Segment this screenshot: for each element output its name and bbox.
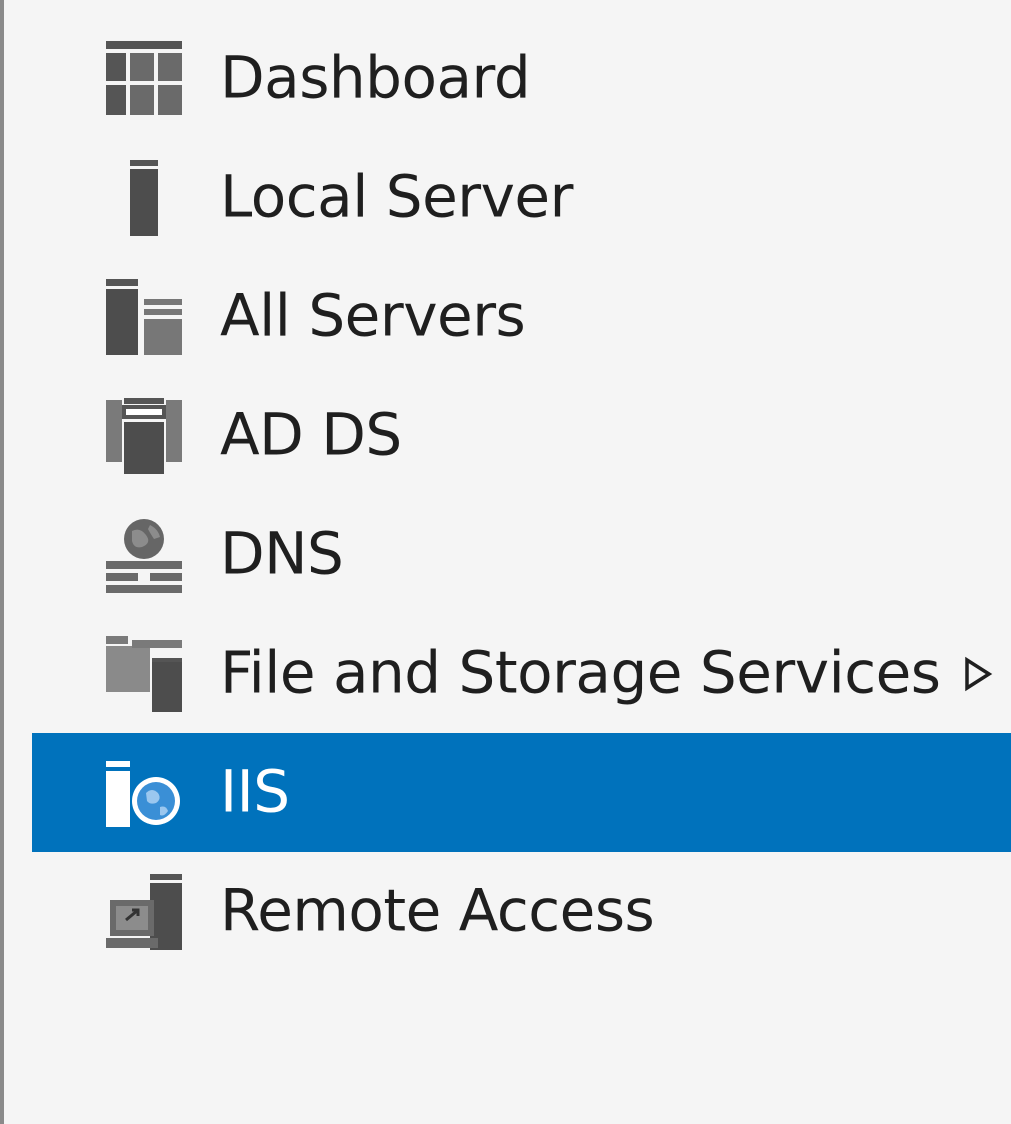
nav-item-dns[interactable]: DNS	[32, 495, 1011, 614]
nav-item-label: AD DS	[220, 400, 402, 469]
dashboard-icon	[106, 40, 182, 115]
ad-ds-icon	[106, 397, 182, 474]
nav-item-label: IIS	[220, 757, 290, 826]
nav-item-label: DNS	[220, 519, 344, 588]
server-manager-nav-pane: Dashboard Local Server All Servers AD DS…	[0, 0, 1011, 1124]
dns-icon	[106, 518, 182, 593]
local-server-icon	[130, 159, 158, 236]
nav-item-label: File and Storage Services	[220, 638, 941, 707]
nav-item-ad-ds[interactable]: AD DS	[32, 376, 1011, 495]
nav-item-label: Dashboard	[220, 43, 531, 112]
nav-item-dashboard[interactable]: Dashboard	[32, 19, 1011, 138]
nav-item-label: Remote Access	[220, 876, 655, 945]
file-storage-icon	[106, 635, 182, 712]
nav-item-file-storage-services[interactable]: File and Storage Services	[32, 614, 1011, 733]
nav-item-remote-access[interactable]: Remote Access	[32, 852, 1011, 971]
nav-item-label: Local Server	[220, 162, 573, 231]
nav-item-local-server[interactable]: Local Server	[32, 138, 1011, 257]
nav-item-label: All Servers	[220, 281, 526, 350]
iis-icon	[106, 760, 180, 827]
nav-item-all-servers[interactable]: All Servers	[32, 257, 1011, 376]
nav-item-iis[interactable]: IIS	[32, 733, 1011, 852]
expand-arrow-icon[interactable]	[957, 652, 997, 696]
pane-left-border	[0, 0, 4, 1124]
all-servers-icon	[106, 278, 182, 355]
remote-access-icon	[106, 873, 182, 950]
nav-list: Dashboard Local Server All Servers AD DS…	[32, 19, 1011, 971]
